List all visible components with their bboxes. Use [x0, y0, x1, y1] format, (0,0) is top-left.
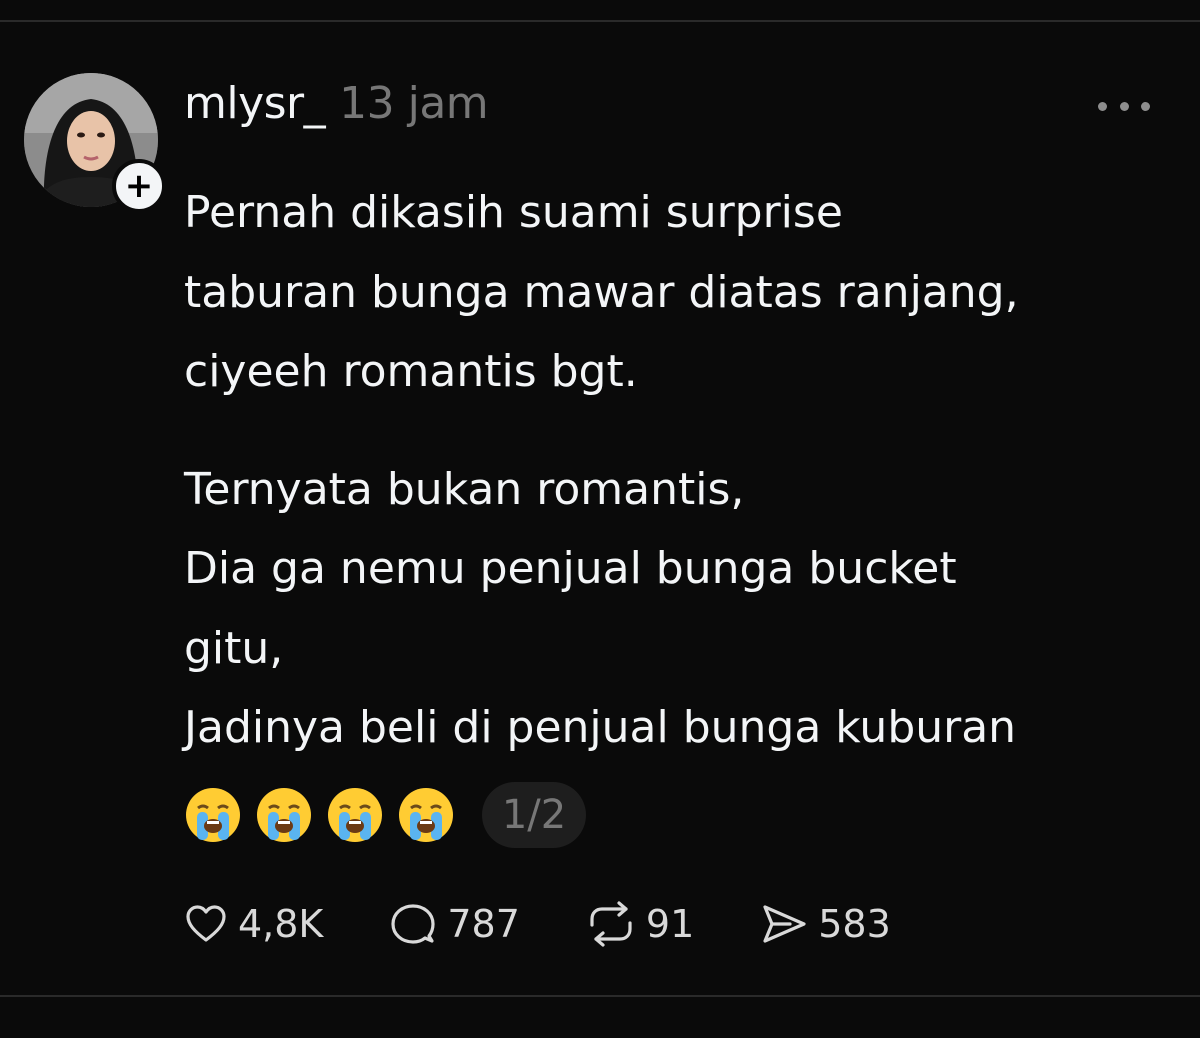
text-line: taburan bunga mawar diatas ranjang, — [184, 266, 1019, 318]
top-divider — [0, 20, 1200, 22]
crying-face-emoji — [397, 786, 455, 844]
heart-icon — [186, 905, 226, 942]
repost-count: 91 — [645, 902, 695, 946]
reply-count: 787 — [447, 902, 520, 946]
bottom-divider — [0, 995, 1200, 997]
username[interactable]: mlysr_ — [184, 78, 326, 129]
action-bar: 4,8K 787 91 583 — [184, 896, 957, 952]
share-count: 583 — [818, 902, 891, 946]
text-line: Ternyata bukan romantis, — [184, 463, 745, 515]
more-horizontal-icon — [1098, 101, 1107, 111]
plus-icon: + — [124, 166, 154, 206]
more-options-button[interactable] — [1098, 94, 1150, 118]
text-line: Jadinya beli di penjual bunga kuburan — [184, 702, 1017, 753]
reply-button[interactable]: 787 — [389, 902, 520, 946]
send-icon — [763, 905, 806, 943]
repost-icon — [590, 901, 632, 947]
crying-face-emoji — [255, 786, 313, 844]
timestamp[interactable]: 13 jam — [339, 78, 489, 129]
page-indicator[interactable]: 1/2 — [482, 782, 586, 848]
text-line: gitu, — [184, 622, 284, 674]
text-line: ciyeeh romantis bgt. — [184, 346, 638, 397]
emoji-row: 1/2 — [184, 782, 586, 848]
post-header: mlysr_ 13 jam — [184, 78, 489, 138]
like-count: 4,8K — [238, 902, 324, 946]
share-button[interactable]: 583 — [760, 902, 891, 946]
crying-face-emoji — [326, 786, 384, 844]
repost-button[interactable]: 91 — [586, 901, 694, 947]
text-line: Dia ga nemu penjual bunga bucket — [184, 543, 957, 594]
post-text: Pernah dikasih suami surprise taburan bu… — [184, 173, 1174, 768]
crying-face-emoji — [184, 786, 242, 844]
like-button[interactable]: 4,8K — [184, 902, 323, 946]
comment-icon — [391, 904, 435, 944]
text-line: Pernah dikasih suami surprise — [184, 187, 843, 238]
follow-button[interactable]: + — [112, 159, 166, 213]
